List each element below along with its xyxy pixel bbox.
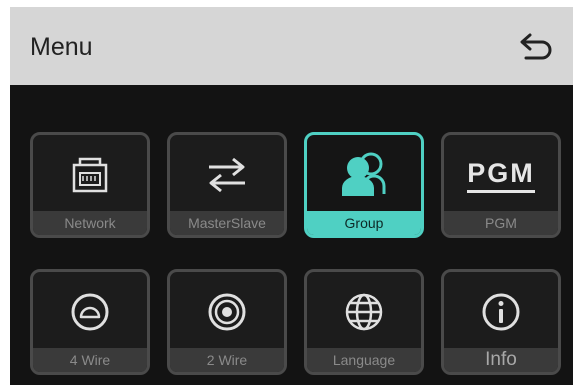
tile-label-4wire: 4 Wire bbox=[33, 348, 147, 372]
swap-arrows-icon bbox=[209, 157, 245, 193]
tile-network[interactable]: Network bbox=[30, 132, 150, 238]
xlr-connector-icon bbox=[208, 293, 246, 331]
header-bar: Menu bbox=[10, 7, 573, 85]
tile-info[interactable]: Info bbox=[441, 269, 561, 375]
tile-label-group: Group bbox=[307, 211, 421, 235]
tile-2wire[interactable]: 2 Wire bbox=[167, 269, 287, 375]
tile-4wire[interactable]: 4 Wire bbox=[30, 269, 150, 375]
pgm-icon: PGM bbox=[467, 158, 535, 193]
tile-label-pgm: PGM bbox=[444, 211, 558, 235]
back-button[interactable] bbox=[516, 29, 556, 65]
page-title: Menu bbox=[30, 33, 93, 61]
globe-icon bbox=[345, 293, 383, 331]
tile-label-info: Info bbox=[444, 348, 558, 372]
tile-pgm[interactable]: PGM PGM bbox=[441, 132, 561, 238]
tile-label-2wire: 2 Wire bbox=[170, 348, 284, 372]
tile-label-masterslave: MasterSlave bbox=[170, 211, 284, 235]
group-users-icon bbox=[342, 152, 386, 196]
tile-masterslave[interactable]: MasterSlave bbox=[167, 132, 287, 238]
tile-language[interactable]: Language bbox=[304, 269, 424, 375]
ethernet-port-icon bbox=[72, 157, 108, 193]
circle-connector-icon bbox=[71, 293, 109, 331]
menu-screen: Menu Network MasterSlave Group PGM PGM 4… bbox=[10, 7, 573, 385]
info-icon bbox=[482, 293, 520, 331]
tile-group[interactable]: Group bbox=[304, 132, 424, 238]
return-arrow-icon bbox=[520, 33, 552, 60]
tile-label-network: Network bbox=[33, 211, 147, 235]
tile-label-language: Language bbox=[307, 348, 421, 372]
